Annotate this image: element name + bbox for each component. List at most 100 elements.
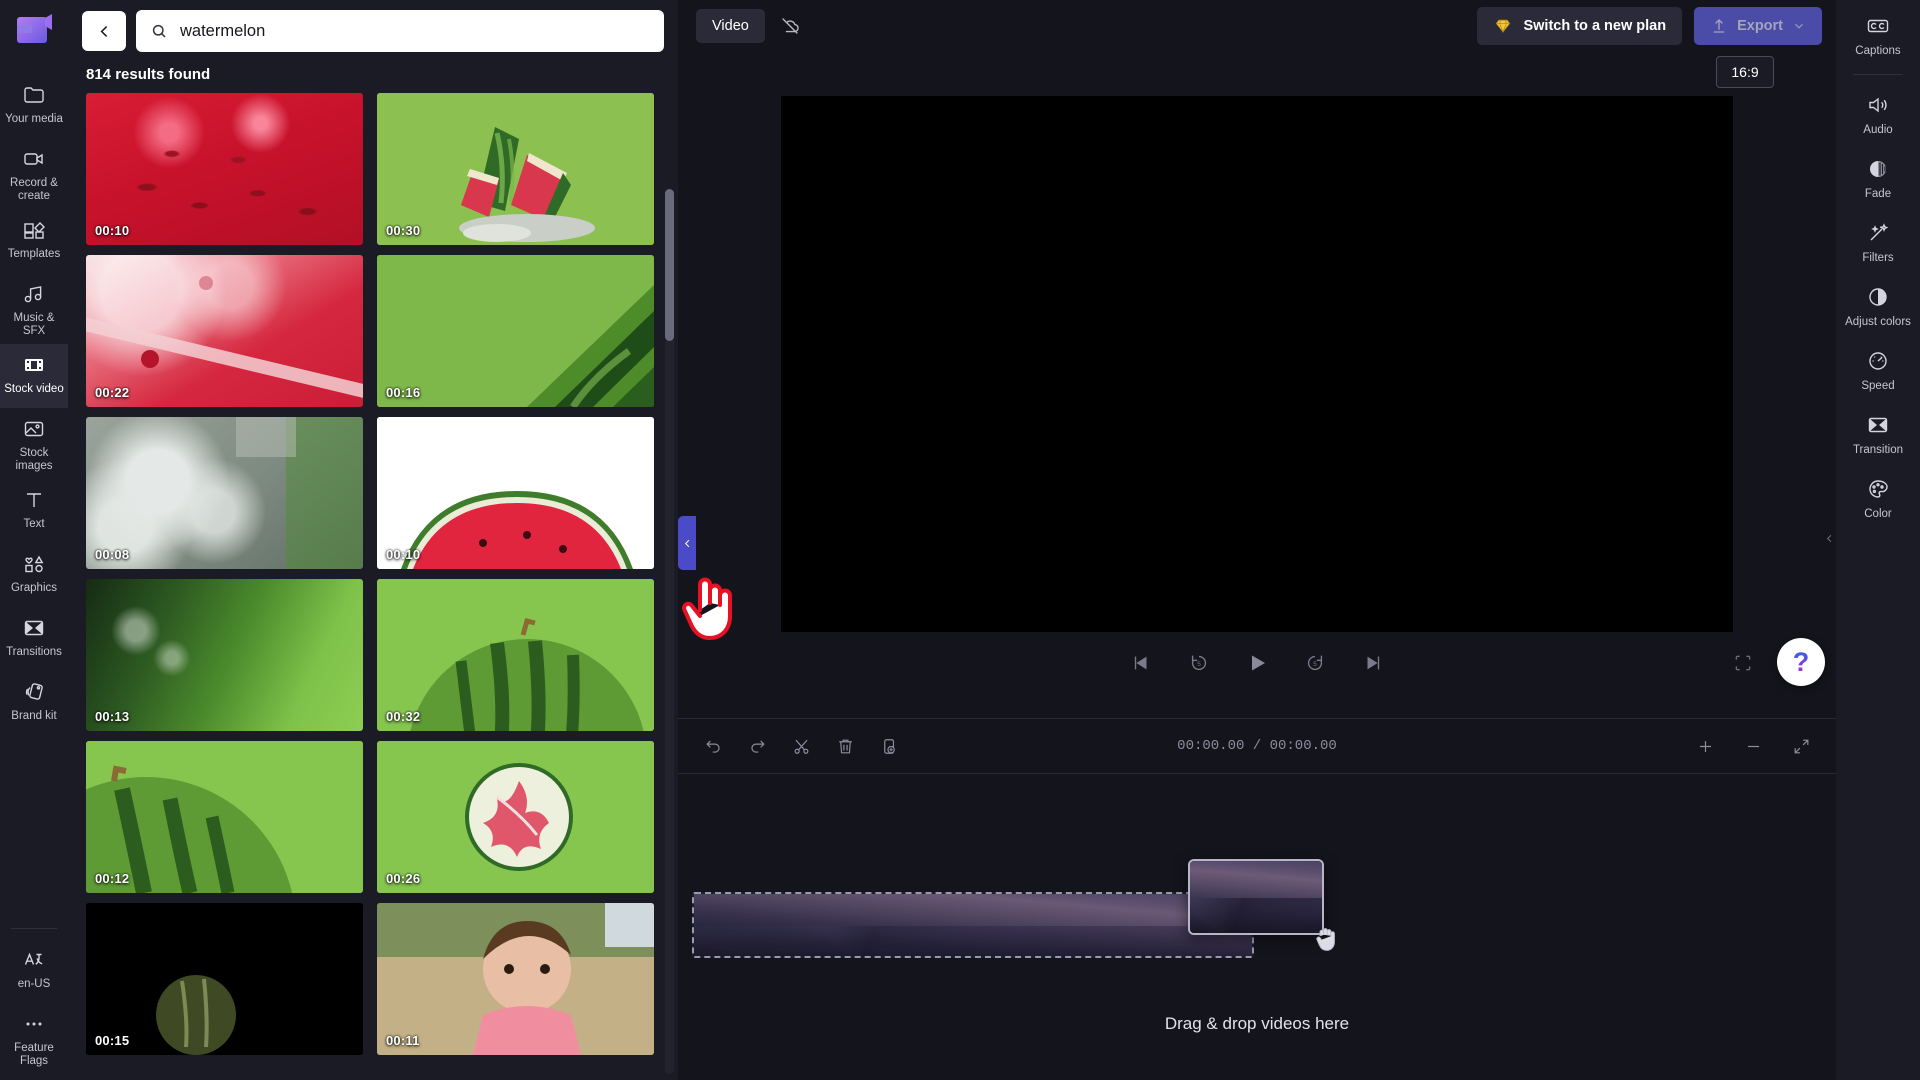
results-count: 814 results found: [86, 66, 211, 83]
diamond-icon: [1493, 16, 1513, 36]
duration-badge: 00:22: [95, 385, 130, 400]
duration-badge: 00:16: [386, 385, 421, 400]
help-button[interactable]: ?: [1777, 638, 1825, 686]
right-item-label: Transition: [1852, 444, 1904, 456]
stock-video-card[interactable]: 00:26: [377, 741, 654, 893]
panel-scrollbar-thumb[interactable]: [665, 189, 674, 341]
search-box[interactable]: [136, 10, 664, 52]
delete-button[interactable]: [832, 733, 858, 759]
split-button[interactable]: [788, 733, 814, 759]
sidebar-item-transitions[interactable]: Transitions: [0, 607, 68, 671]
right-item-adjust-colors[interactable]: Adjust colors: [1836, 273, 1920, 337]
play-button[interactable]: [1242, 648, 1272, 678]
sidebar-item-feature-flags[interactable]: Feature Flags: [0, 1003, 68, 1074]
fullscreen-button[interactable]: [1729, 649, 1757, 677]
speedometer-icon: [1866, 347, 1890, 375]
stock-video-card[interactable]: 00:22: [86, 255, 363, 407]
right-item-color[interactable]: Color: [1836, 465, 1920, 529]
svg-text:5: 5: [1313, 661, 1317, 668]
aspect-ratio-button[interactable]: 16:9: [1716, 56, 1774, 88]
forward-5s-button[interactable]: 5: [1300, 648, 1330, 678]
upload-icon: [1710, 17, 1728, 35]
timeline-canvas[interactable]: Drag & drop videos here: [678, 774, 1836, 1080]
search-icon: [152, 24, 166, 38]
stock-video-card[interactable]: 00:10: [377, 417, 654, 569]
editor-stage: Video Switch to a new plan Export 16:9 5…: [678, 0, 1836, 1080]
sidebar-item-your-media[interactable]: Your media: [0, 74, 68, 138]
drag-preview-thumbnail: [1188, 859, 1324, 935]
right-item-filters[interactable]: Filters: [1836, 209, 1920, 273]
search-input[interactable]: [180, 21, 650, 41]
captions-icon: [1866, 12, 1890, 40]
stock-video-card[interactable]: 00:08: [86, 417, 363, 569]
folder-icon: [22, 82, 46, 108]
sidebar-item-templates[interactable]: Templates: [0, 209, 68, 273]
left-sidebar-bottom: en-US Feature Flags: [0, 922, 68, 1080]
duration-badge: 00:11: [386, 1033, 420, 1048]
palette-icon: [1866, 475, 1890, 503]
right-item-audio[interactable]: Audio: [1836, 81, 1920, 145]
stock-video-card[interactable]: 00:13: [86, 579, 363, 731]
stock-video-card[interactable]: 00:30: [377, 93, 654, 245]
panel-collapse-handle[interactable]: [678, 516, 696, 570]
sidebar-label: Stock images: [15, 447, 53, 472]
switch-plan-label: Switch to a new plan: [1523, 18, 1667, 34]
chevron-left-icon: [100, 25, 107, 37]
video-preview-canvas[interactable]: [781, 96, 1733, 632]
export-label: Export: [1737, 18, 1783, 34]
sidebar-item-record-create[interactable]: Record & create: [0, 138, 68, 209]
svg-text:5: 5: [1197, 661, 1201, 668]
cloud-off-icon[interactable]: [777, 13, 803, 39]
project-type-chip[interactable]: Video: [696, 9, 765, 43]
sidebar-label: Your media: [5, 113, 63, 125]
stock-video-card[interactable]: 00:15: [86, 903, 363, 1055]
skip-to-start-button[interactable]: [1126, 648, 1156, 678]
stock-video-card[interactable]: 00:32: [377, 579, 654, 731]
sidebar-label: Text: [23, 518, 45, 530]
left-sidebar-items: Your media Record & create Templates Mus…: [0, 74, 68, 735]
switch-plan-button[interactable]: Switch to a new plan: [1477, 7, 1683, 45]
help-label: ?: [1792, 646, 1810, 677]
clipchamp-logo[interactable]: [12, 8, 56, 52]
right-item-captions[interactable]: Captions: [1836, 2, 1920, 66]
sidebar-label: Feature Flags: [14, 1042, 54, 1067]
transition-icon: [1866, 411, 1890, 439]
sidebar-item-brand-kit[interactable]: Brand kit: [0, 671, 68, 735]
chevron-down-icon: [1792, 19, 1806, 33]
stock-video-card[interactable]: 00:11: [377, 903, 654, 1055]
undo-button[interactable]: [700, 733, 726, 759]
text-icon: [22, 487, 46, 513]
sidebar-item-graphics[interactable]: Graphics: [0, 543, 68, 607]
export-button[interactable]: Export: [1694, 7, 1822, 45]
stock-video-card[interactable]: 00:16: [377, 255, 654, 407]
skip-to-end-button[interactable]: [1358, 648, 1388, 678]
redo-button[interactable]: [744, 733, 770, 759]
magic-wand-icon: [1866, 219, 1890, 247]
sidebar-item-language[interactable]: en-US: [0, 939, 68, 1003]
sidebar-item-stock-images[interactable]: Stock images: [0, 408, 68, 479]
fit-to-screen-button[interactable]: [1788, 733, 1814, 759]
sidebar-label: Stock video: [4, 383, 64, 395]
duplicate-button[interactable]: [876, 733, 902, 759]
language-icon: [22, 947, 46, 973]
timeline-toolbar: 00:00.00 / 00:00.00: [678, 719, 1836, 773]
sidebar-item-music-sfx[interactable]: Music & SFX: [0, 273, 68, 344]
right-panel-collapse-handle[interactable]: [1822, 516, 1836, 560]
stock-video-card[interactable]: 00:12: [86, 741, 363, 893]
duration-badge: 00:10: [95, 223, 130, 238]
zoom-out-button[interactable]: [1740, 733, 1766, 759]
sidebar-item-stock-video[interactable]: Stock video: [0, 344, 68, 408]
timeline-drop-placeholder: [692, 892, 1254, 958]
back-button[interactable]: [82, 11, 126, 51]
rewind-5s-button[interactable]: 5: [1184, 648, 1214, 678]
right-item-speed[interactable]: Speed: [1836, 337, 1920, 401]
duration-badge: 00:13: [95, 709, 130, 724]
right-sidebar: Captions Audio Fade Filters Adjust color…: [1836, 0, 1920, 1080]
stock-video-card[interactable]: 00:10: [86, 93, 363, 245]
zoom-in-button[interactable]: [1692, 733, 1718, 759]
right-item-fade[interactable]: Fade: [1836, 145, 1920, 209]
right-item-label: Filters: [1862, 252, 1894, 264]
right-item-transition[interactable]: Transition: [1836, 401, 1920, 465]
timeline-tools: [700, 733, 902, 759]
sidebar-item-text[interactable]: Text: [0, 479, 68, 543]
